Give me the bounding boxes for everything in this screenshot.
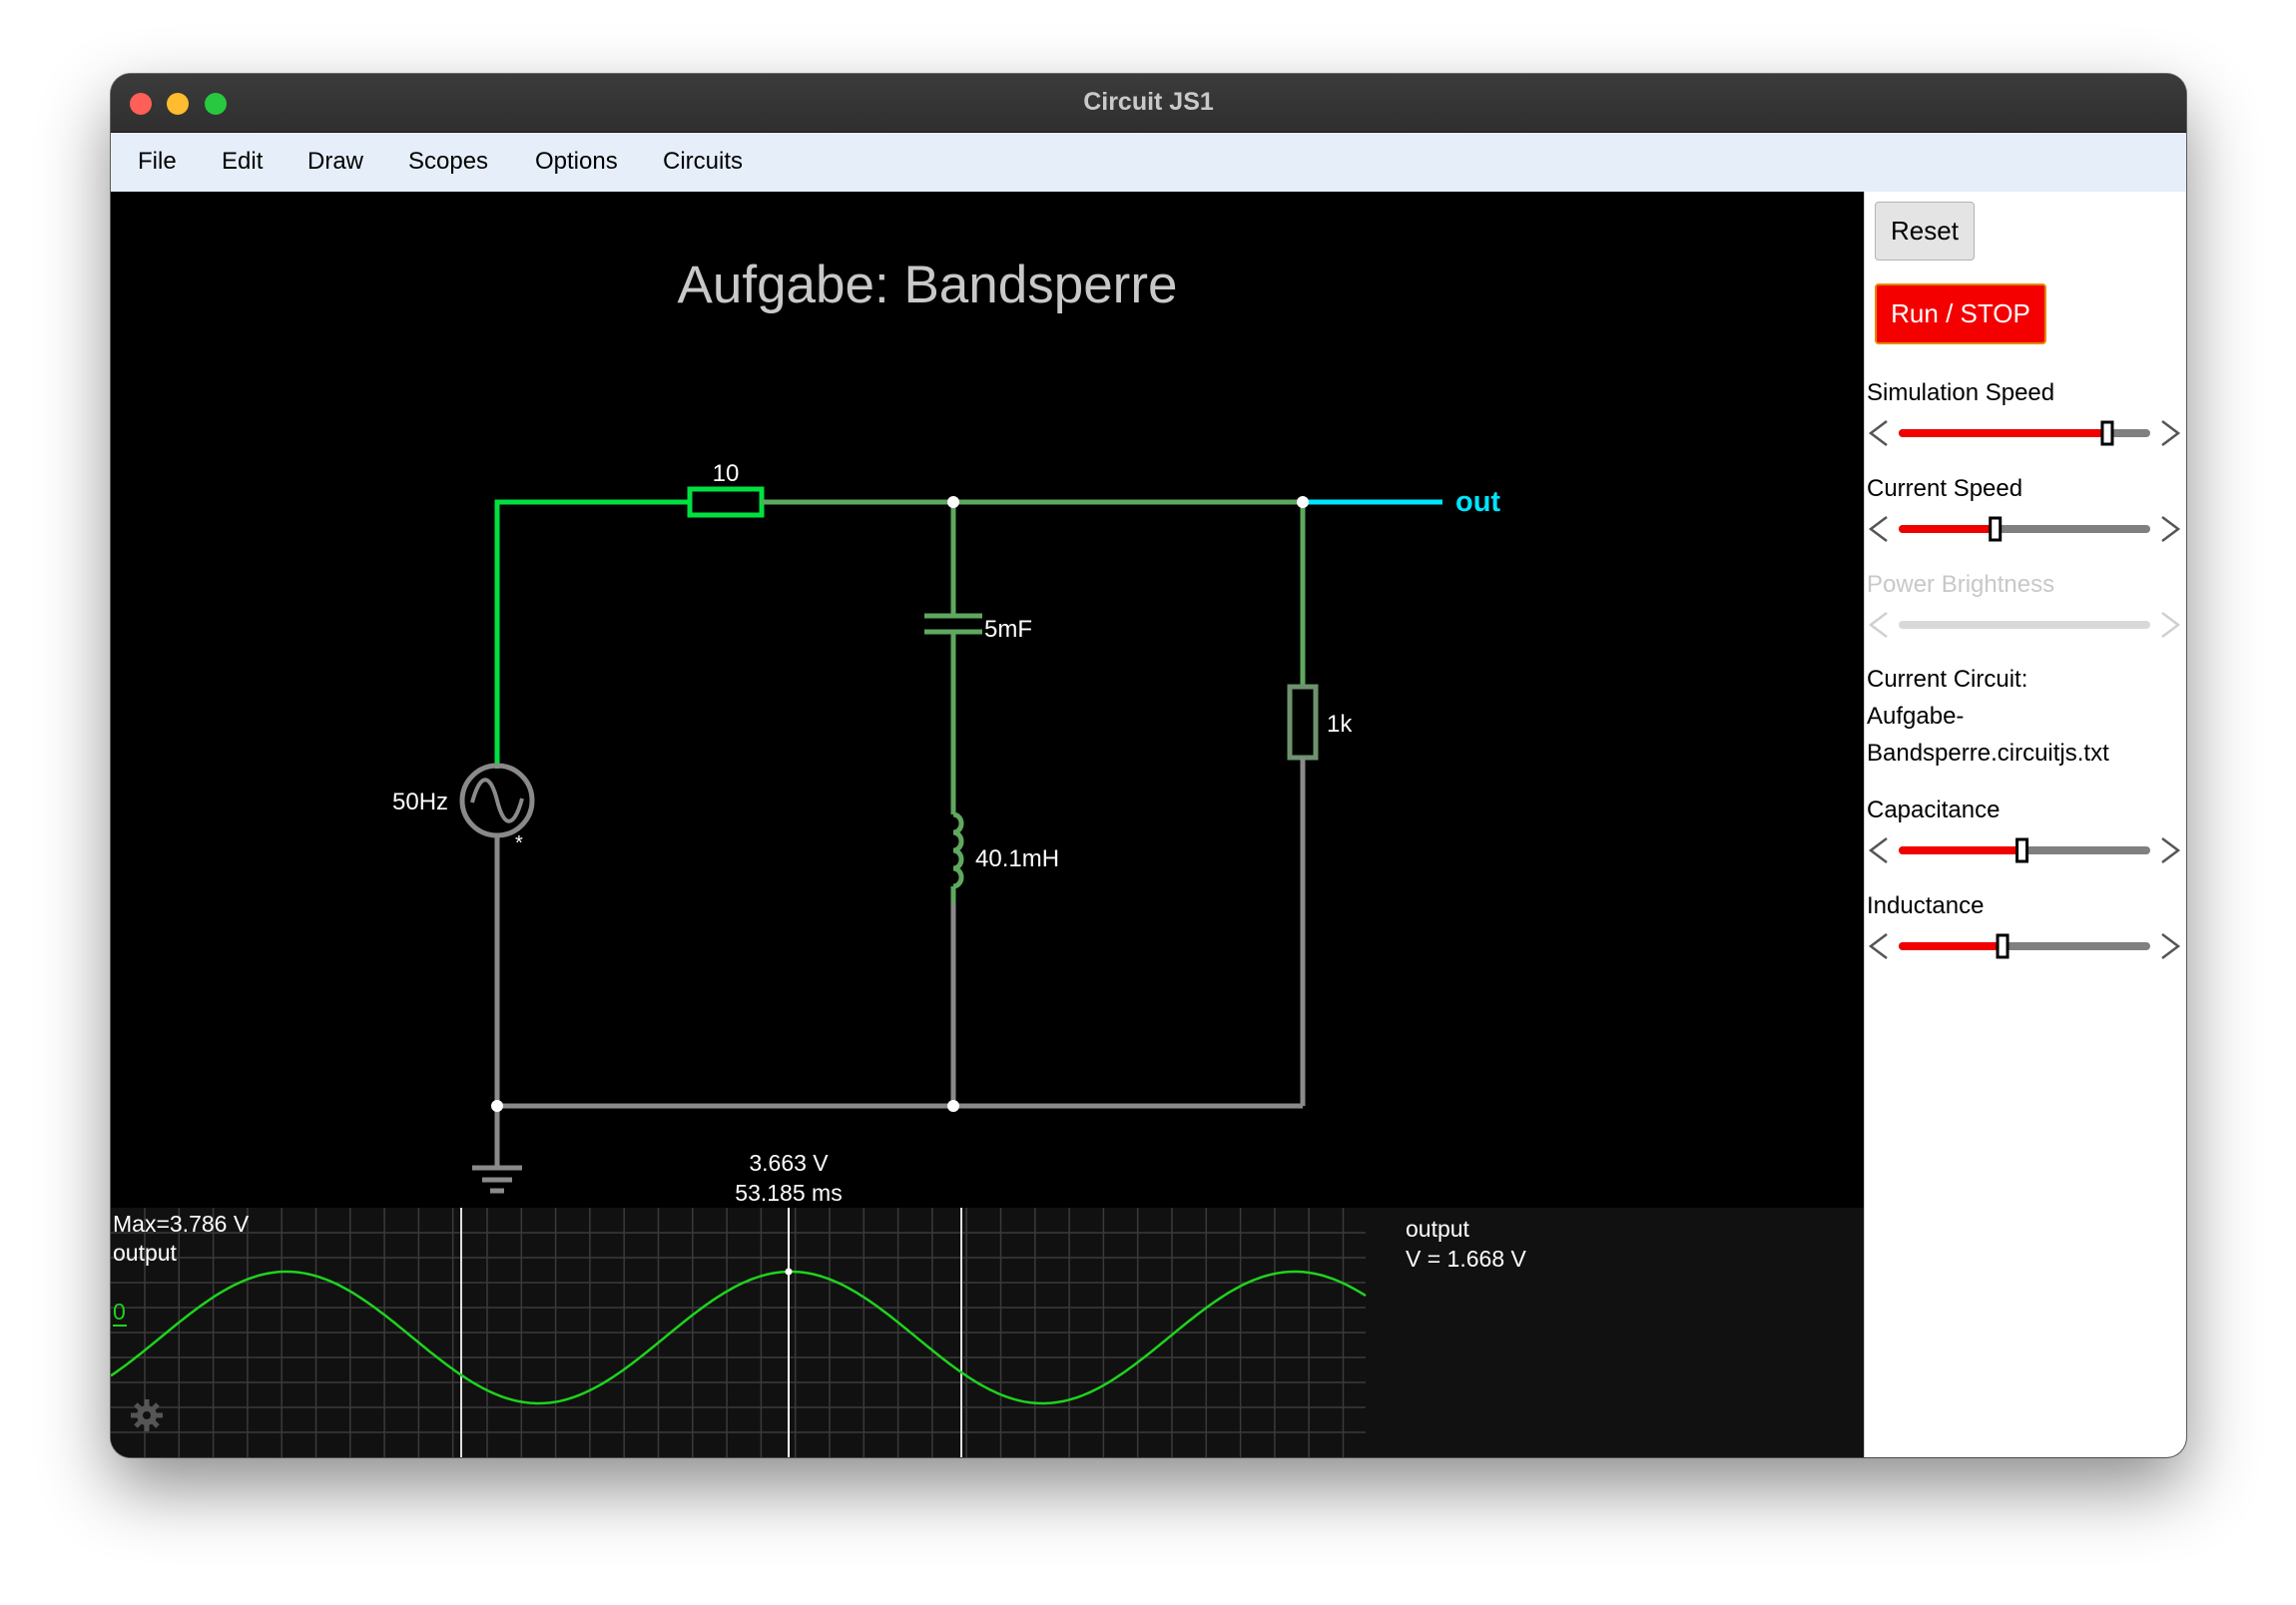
slider-increase-arrow-icon[interactable]	[2161, 420, 2181, 446]
resistor-top[interactable]	[687, 486, 765, 518]
slider-increase-arrow-icon[interactable]	[2161, 516, 2181, 542]
scope-zero-label: 0	[113, 1299, 126, 1325]
scope-trace-name: output	[113, 1240, 178, 1266]
junction-dot	[947, 496, 959, 508]
reset-button[interactable]: Reset	[1875, 202, 1975, 261]
circuit-drawing[interactable]: Aufgabe: Bandsperre 10 out 5mF 40.1mH 1k…	[111, 192, 1864, 1457]
slider-increase-arrow-icon	[2161, 612, 2181, 638]
resistor-top-label: 10	[713, 460, 740, 487]
scope-info-value: V = 1.668 V	[1406, 1246, 1526, 1272]
menu-draw[interactable]: Draw	[307, 148, 363, 176]
current-speed-label: Current Speed	[1867, 475, 2023, 502]
capacitor-label: 5mF	[984, 616, 1032, 643]
menu-file[interactable]: File	[138, 148, 177, 176]
output-label: out	[1455, 486, 1500, 518]
slider-increase-arrow-icon[interactable]	[2161, 837, 2181, 863]
simulation-speed-slider[interactable]	[1865, 413, 2184, 453]
resistor-right-label: 1k	[1327, 711, 1353, 738]
source-label: 50Hz	[392, 789, 448, 815]
menu-circuits[interactable]: Circuits	[663, 148, 743, 176]
scope-cursor-voltage: 3.663 V	[749, 1150, 829, 1176]
slider-decrease-arrow-icon[interactable]	[1868, 420, 1888, 446]
slider-thumb[interactable]	[1996, 933, 2009, 959]
slider-decrease-arrow-icon[interactable]	[1868, 933, 1888, 959]
title-bar: Circuit JS1	[111, 74, 2186, 133]
junction-dot	[1297, 496, 1309, 508]
capacitance-label: Capacitance	[1867, 797, 2001, 823]
menu-options[interactable]: Options	[535, 148, 618, 176]
current-circuit-name-line2: Bandsperre.circuitjs.txt	[1867, 740, 2109, 767]
ac-voltage-source[interactable]	[459, 763, 535, 1106]
capacitor-branch[interactable]	[924, 502, 982, 814]
scope-info-name: output	[1406, 1216, 1470, 1242]
scope-cursor-time: 53.185 ms	[735, 1180, 842, 1206]
menu-bar: File Edit Draw Scopes Options Circuits	[111, 133, 2186, 192]
circuit-title: Aufgabe: Bandsperre	[678, 256, 1178, 314]
menu-scopes[interactable]: Scopes	[408, 148, 488, 176]
run-stop-button[interactable]: Run / STOP	[1875, 283, 2046, 344]
scope-cursor-dot	[785, 1268, 793, 1276]
junction-dot	[491, 1100, 503, 1112]
inductor-label: 40.1mH	[975, 845, 1059, 872]
current-speed-slider[interactable]	[1865, 509, 2184, 549]
slider-decrease-arrow-icon[interactable]	[1868, 516, 1888, 542]
slider-increase-arrow-icon[interactable]	[2161, 933, 2181, 959]
slider-decrease-arrow-icon[interactable]	[1868, 837, 1888, 863]
app-window: Circuit JS1 File Edit Draw Scopes Option…	[111, 74, 2186, 1457]
scope-max-label: Max=3.786 V	[113, 1211, 250, 1237]
slider-thumb[interactable]	[1989, 516, 2003, 542]
control-panel: Reset Run / STOP Simulation Speed Curren…	[1864, 192, 2186, 1457]
current-circuit-heading: Current Circuit:	[1867, 666, 2028, 693]
window-title: Circuit JS1	[1083, 88, 1214, 116]
current-circuit-name-line1: Aufgabe-	[1867, 703, 1965, 730]
junction-dot	[947, 1100, 959, 1112]
power-brightness-slider	[1868, 612, 2181, 638]
slider-thumb[interactable]	[2100, 420, 2114, 446]
slider-thumb[interactable]	[2015, 837, 2029, 863]
inductance-label: Inductance	[1867, 892, 1985, 919]
power-brightness-label: Power Brightness	[1867, 571, 2055, 598]
resistor-right-branch[interactable]	[1287, 502, 1319, 1106]
wire-source-to-resistor[interactable]	[494, 499, 690, 769]
inductance-slider[interactable]	[1865, 926, 2184, 966]
capacitance-slider[interactable]	[1865, 830, 2184, 870]
slider-decrease-arrow-icon	[1868, 612, 1888, 638]
simulation-speed-label: Simulation Speed	[1867, 379, 2055, 406]
circuit-canvas[interactable]: Aufgabe: Bandsperre 10 out 5mF 40.1mH 1k…	[111, 192, 1864, 1457]
source-marker: *	[515, 832, 523, 854]
menu-edit[interactable]: Edit	[222, 148, 263, 176]
inductor[interactable]	[950, 811, 964, 1106]
ground-symbol[interactable]	[472, 1106, 522, 1194]
